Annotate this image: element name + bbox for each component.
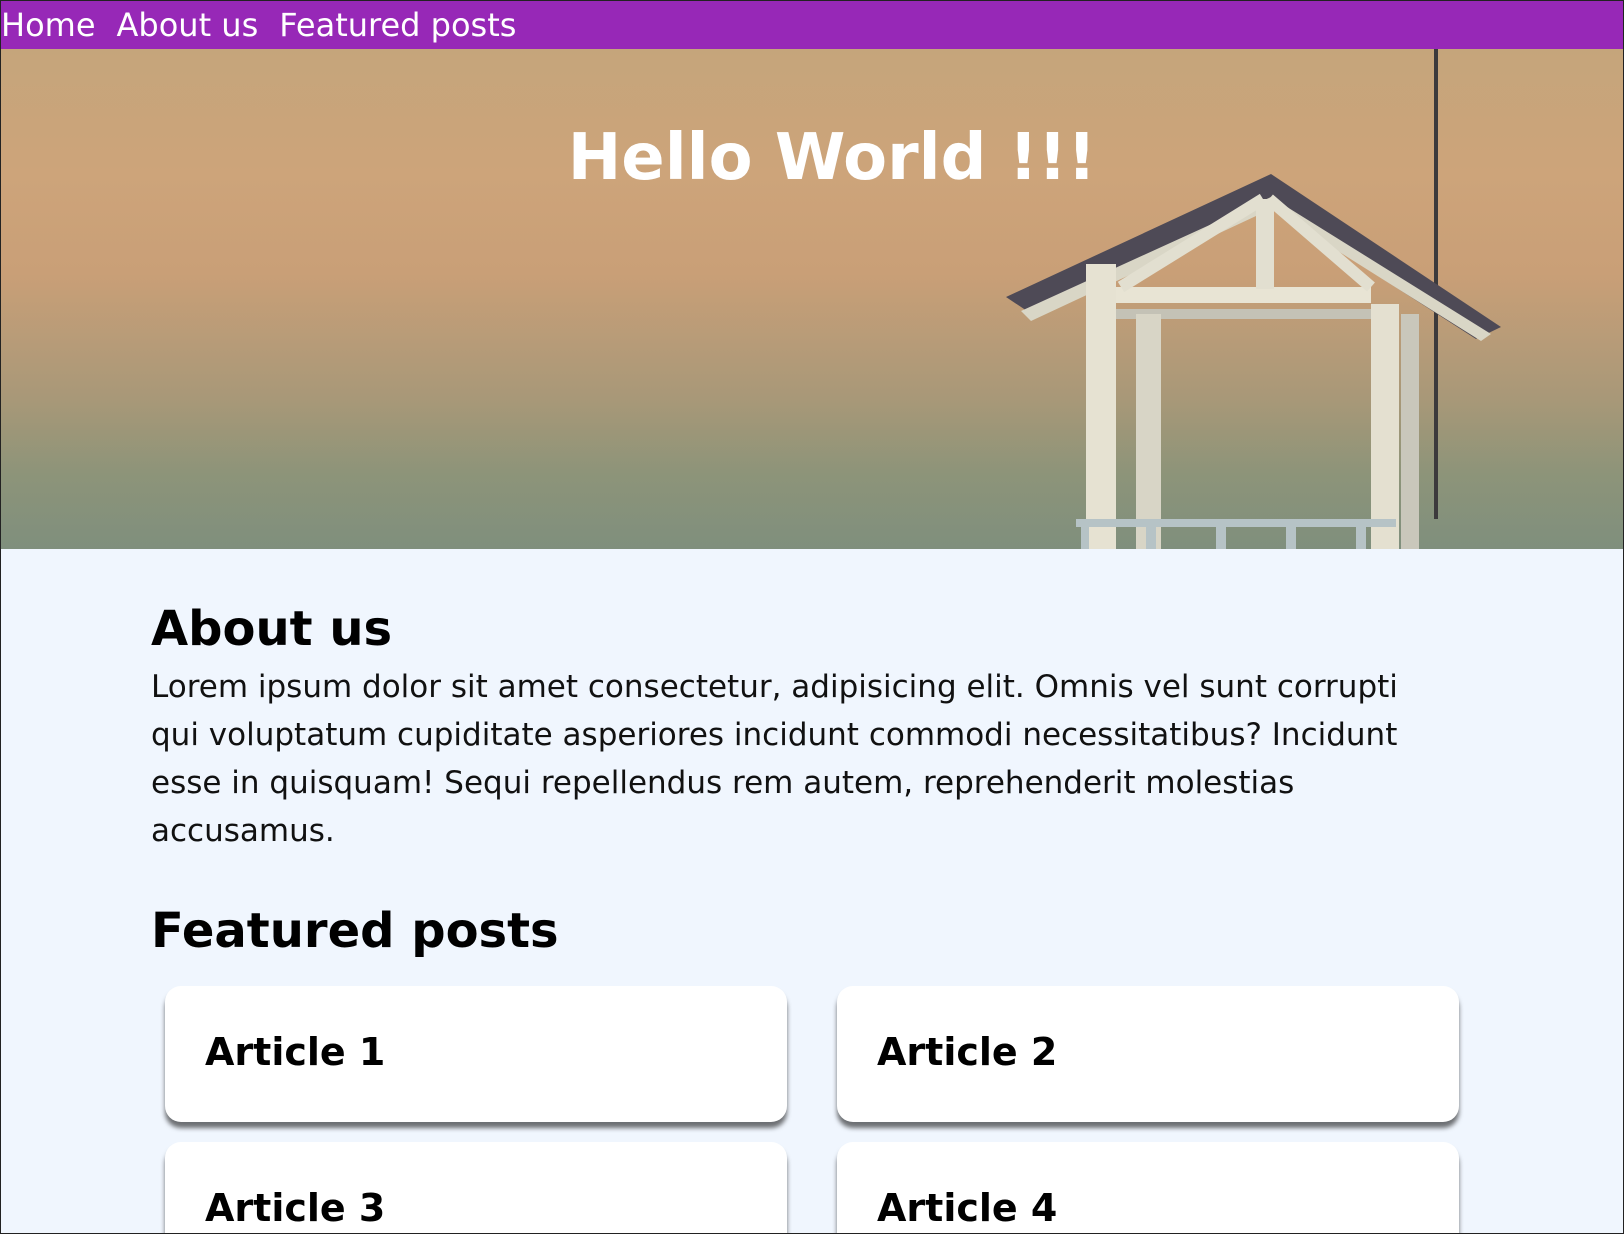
article-title: Article 4	[877, 1186, 1058, 1230]
nav-link-home[interactable]: Home	[1, 1, 96, 49]
browser-viewport: Home About us Featured posts Hello World…	[0, 0, 1624, 1234]
article-title: Article 1	[205, 1030, 386, 1074]
hero-banner: Hello World !!!	[1, 49, 1623, 549]
hero-title: Hello World !!!	[567, 121, 1097, 195]
about-heading: About us	[151, 601, 393, 657]
article-card[interactable]: Article 1	[165, 986, 787, 1122]
article-card[interactable]: Article 4	[837, 1142, 1459, 1233]
article-title: Article 2	[877, 1030, 1058, 1074]
nav-link-featured-posts[interactable]: Featured posts	[279, 1, 516, 49]
article-card[interactable]: Article 2	[837, 986, 1459, 1122]
featured-posts-heading: Featured posts	[151, 903, 559, 959]
article-title: Article 3	[205, 1186, 386, 1230]
top-nav: Home About us Featured posts	[1, 1, 1623, 49]
about-paragraph: Lorem ipsum dolor sit amet consectetur, …	[151, 669, 1398, 849]
article-card[interactable]: Article 3	[165, 1142, 787, 1233]
nav-link-about-us[interactable]: About us	[117, 1, 259, 49]
